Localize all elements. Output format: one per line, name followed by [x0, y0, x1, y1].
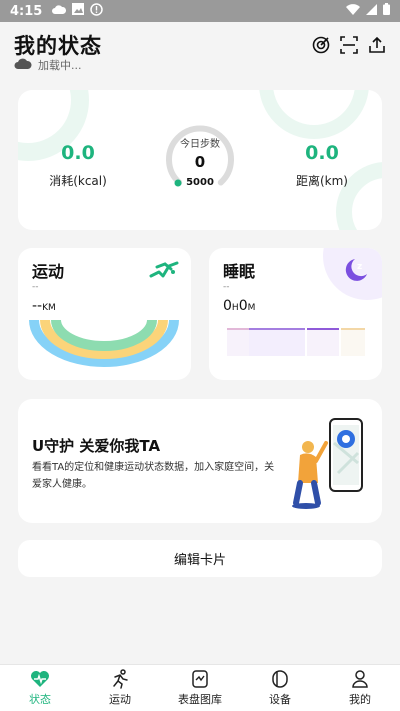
person-icon	[350, 669, 370, 689]
sport-distance-value: --	[32, 298, 43, 314]
promo-title: U守护 关爱你我TA	[32, 437, 161, 455]
nav-label-mine: 我的	[349, 693, 371, 706]
share-button[interactable]	[368, 36, 386, 54]
distance-label: 距离(km)	[295, 174, 348, 188]
sport-distance-unit: KM	[42, 303, 56, 313]
bottom-navigation: 状态 运动 表盘图库 设备 我的	[0, 664, 400, 711]
svg-text:z: z	[357, 262, 362, 272]
moon-icon: z	[340, 256, 370, 286]
status-time: 4:15	[10, 3, 43, 19]
nav-label-status: 状态	[29, 693, 51, 706]
consumption-value: 0.0	[61, 142, 95, 164]
sport-card-subtitle: --	[32, 282, 39, 292]
share-icon	[369, 36, 385, 53]
steps-goal: 5000	[186, 177, 214, 188]
sport-card-title: 运动	[32, 262, 65, 281]
scan-icon	[340, 36, 358, 54]
sleep-card-subtitle: --	[223, 282, 230, 292]
nav-tab-device[interactable]: 设备	[240, 665, 320, 711]
sport-distance: --KM	[32, 298, 56, 314]
consumption-stat: 0.0 消耗(kcal)	[48, 142, 108, 189]
wifi-icon	[346, 3, 360, 19]
alert-status-icon	[90, 2, 104, 20]
promo-description: 看看TA的定位和健康运动状态数据，加入家庭空间，关爱家人健康。	[32, 462, 275, 490]
signal-icon	[366, 3, 377, 19]
family-location-illustration	[292, 418, 363, 509]
family-guard-card[interactable]: U守护 关爱你我TA 看看TA的定位和健康运动状态数据，加入家庭空间，关爱家人健…	[18, 399, 382, 523]
heart-icon	[30, 669, 50, 689]
watchface-icon	[190, 669, 210, 689]
nav-label-sport: 运动	[109, 693, 131, 706]
page-header: 我的状态 加载中...	[0, 28, 400, 78]
status-bar: 4:15	[0, 0, 400, 22]
steps-label: 今日步数	[180, 139, 220, 150]
distance-stat: 0.0 距离(km)	[290, 142, 354, 189]
run-icon	[110, 669, 130, 689]
cloud-status-icon	[52, 4, 67, 19]
activity-summary-card[interactable]: 0.0 消耗(kcal) 今日步数 0 5000 0.0 距离(km)	[18, 90, 382, 230]
sleep-card-title: 睡眠	[223, 262, 256, 281]
sleep-card[interactable]: 睡眠 z -- 0H0M	[209, 248, 382, 380]
sleep-hours-unit: H	[231, 303, 239, 313]
target-icon	[312, 36, 330, 54]
scan-button[interactable]	[340, 36, 358, 54]
running-icon	[149, 260, 179, 284]
cloud-icon	[14, 58, 32, 73]
nav-tab-status[interactable]: 状态	[0, 665, 80, 711]
consumption-label: 消耗(kcal)	[49, 174, 107, 188]
sleep-hours: 0	[223, 298, 232, 314]
image-status-icon	[72, 3, 85, 19]
nav-label-device: 设备	[269, 693, 291, 706]
sleep-minutes: 0	[238, 298, 248, 314]
edit-cards-button[interactable]: 编辑卡片	[18, 540, 382, 577]
weather-status: 加载中...	[14, 57, 82, 73]
steps-ring[interactable]: 今日步数 0 5000	[163, 124, 237, 198]
page-title: 我的状态	[14, 34, 102, 58]
sleep-minutes-unit: M	[247, 303, 256, 313]
sleep-duration: 0H0M	[223, 298, 255, 314]
battery-icon	[383, 3, 390, 19]
distance-value: 0.0	[305, 142, 339, 164]
nav-tab-sport[interactable]: 运动	[80, 665, 160, 711]
sport-arcs	[29, 320, 179, 367]
nav-tab-mine[interactable]: 我的	[320, 665, 400, 711]
nav-label-watchfaces: 表盘图库	[178, 693, 222, 706]
sport-card[interactable]: 运动 -- --KM	[18, 248, 191, 380]
goal-target-button[interactable]	[312, 36, 330, 54]
nav-tab-watchfaces[interactable]: 表盘图库	[160, 665, 240, 711]
weather-status-text: 加载中...	[38, 59, 82, 72]
device-icon	[270, 669, 290, 689]
steps-value: 0	[194, 153, 206, 171]
